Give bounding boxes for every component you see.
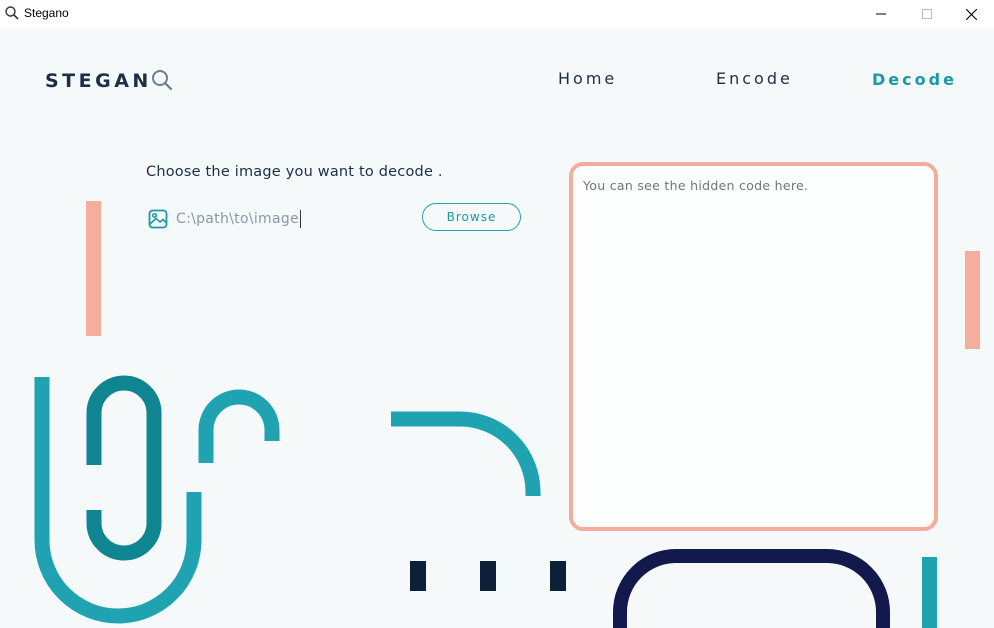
nav-home[interactable]: Home [558,69,617,88]
browse-button[interactable]: Browse [422,203,521,231]
teal-curve [391,411,541,496]
midnight-pill [613,549,890,628]
hidden-code-textarea[interactable] [583,178,924,515]
salmon-bar-left [86,201,101,336]
text-caret [299,210,301,228]
decode-prompt: Choose the image you want to decode . [146,164,443,180]
teal-small-arch [198,389,280,463]
app-logo: STEGAN [45,66,173,96]
nav-decode[interactable]: Decode [872,70,957,89]
navy-dash-2 [480,561,496,591]
navy-dash-3 [550,561,566,591]
dark-teal-loop-bottom [86,510,162,561]
teal-bar-bottom-right [922,557,937,628]
image-path-field[interactable]: C:\path\to\image [176,208,386,230]
navy-dash-1 [410,561,426,591]
teal-u-shape [34,377,202,624]
image-icon [148,209,168,234]
dark-teal-loop-top [86,375,162,525]
hidden-code-output [569,162,938,531]
logo-text: STEGAN [45,70,152,92]
image-path-value: C:\path\to\image [176,211,299,227]
search-icon [151,69,173,96]
nav-encode[interactable]: Encode [716,69,793,88]
salmon-bar-right [965,251,980,349]
